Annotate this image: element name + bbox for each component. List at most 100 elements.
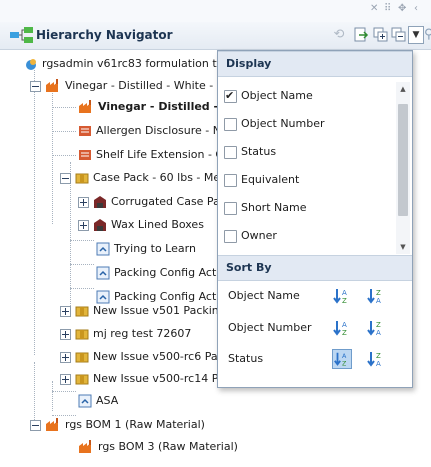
tree-node-label: ASA [96, 394, 119, 407]
checkbox-checked[interactable] [224, 87, 237, 105]
sort-ascending-icon[interactable]: A Z [332, 349, 352, 369]
svg-text:Z: Z [342, 297, 347, 305]
document-icon [79, 126, 91, 136]
tree-node[interactable]: Packing Config Act [96, 264, 216, 282]
tree-node[interactable]: Wax Lined Boxes [78, 216, 204, 234]
expand-toggle-icon[interactable] [60, 328, 71, 340]
tree-node[interactable]: rgs BOM 3 (Raw Material) [78, 438, 238, 456]
checkbox[interactable] [224, 173, 237, 187]
close-icon[interactable]: ✕ [370, 3, 378, 14]
collapse-toggle-icon[interactable] [30, 80, 41, 92]
globe-user-icon [26, 59, 36, 70]
factory-icon [46, 418, 58, 431]
factory-icon [79, 440, 91, 453]
svg-text:A: A [342, 289, 347, 297]
display-option-equivalent[interactable]: Equivalent [224, 171, 299, 189]
checkbox[interactable] [224, 229, 237, 243]
material-icon [94, 219, 106, 231]
collapse-panel-icon[interactable]: ‹ [414, 3, 418, 14]
expand-toggle-icon[interactable] [60, 305, 71, 317]
expand-toggle-icon[interactable] [78, 196, 89, 208]
display-option-object-name[interactable]: Object Name [224, 87, 313, 105]
tree-node[interactable]: Trying to Learn [96, 240, 196, 258]
tree-node[interactable]: rgs BOM 1 (Raw Material) [30, 416, 205, 434]
sort-row-status: Status A Z Z A [228, 348, 408, 370]
display-option-owner[interactable]: Owner [224, 227, 277, 245]
tree-node[interactable]: New Issue v501 Packing [60, 302, 226, 320]
tree-node-label: Packing Config Act [114, 266, 217, 279]
display-options-dropdown-button[interactable]: ▼ [408, 26, 424, 44]
tree-node[interactable]: New Issue v500-rc14 Pa [60, 370, 225, 388]
svg-text:Z: Z [342, 329, 347, 337]
expand-toggle-icon[interactable] [78, 219, 89, 231]
tree-node-label: rgsadmin v61rc83 formulation test [42, 57, 234, 70]
scroll-down-icon[interactable]: ▼ [398, 242, 408, 252]
tree-node[interactable]: mj reg test 72607 [60, 325, 191, 343]
factory-icon [46, 79, 58, 92]
tree-node[interactable]: Allergen Disclosure - No [78, 122, 228, 140]
tree-node-root[interactable]: rgsadmin v61rc83 formulation test [24, 55, 233, 73]
tree-node-label: Allergen Disclosure - No [96, 124, 228, 137]
collapse-all-icon[interactable] [390, 26, 408, 44]
svg-text:A: A [376, 360, 381, 368]
collapse-toggle-icon[interactable] [30, 419, 41, 431]
display-option-short-name[interactable]: Short Name [224, 199, 306, 217]
tree-node-label: New Issue v500-rc14 Pa [93, 372, 225, 385]
export-icon[interactable] [352, 26, 370, 44]
tree-node-label: New Issue v500-rc6 Pac [93, 350, 224, 363]
display-options-list: Object Name Object Number Status Equival… [218, 82, 412, 262]
expand-all-icon[interactable] [372, 26, 390, 44]
sort-descending-icon[interactable]: Z A [366, 286, 386, 306]
tree-node-label: Case Pack - 60 lbs - Me [93, 171, 221, 184]
panel-title: Hierarchy Navigator [36, 28, 173, 42]
option-label: Equivalent [241, 173, 300, 186]
expand-toggle-icon[interactable] [60, 373, 71, 385]
display-section-title: Display [226, 57, 272, 70]
package-icon [75, 329, 89, 340]
expand-toggle-icon[interactable] [60, 351, 71, 363]
tree-node-label: New Issue v501 Packing [93, 304, 226, 317]
tree-node[interactable]: ASA [78, 392, 118, 410]
tree-node-label: Shelf Life Extension - Q [96, 148, 225, 161]
tree-node[interactable]: Case Pack - 60 lbs - Me [60, 169, 220, 187]
tree-node-label: Trying to Learn [114, 242, 196, 255]
factory-icon [79, 100, 91, 113]
sort-ascending-icon[interactable]: A Z [332, 318, 352, 338]
config-icon [96, 266, 110, 280]
sort-descending-icon[interactable]: Z A [366, 318, 386, 338]
tree-node[interactable]: Corrugated Case Pa [78, 193, 220, 211]
sort-label: Object Name [228, 289, 300, 302]
panel-header: Hierarchy Navigator ⟲ ▼ ⚲ [0, 22, 431, 50]
svg-text:A: A [342, 353, 347, 360]
checkbox[interactable] [224, 145, 237, 159]
sort-descending-icon[interactable]: Z A [366, 349, 386, 369]
filter-icon[interactable]: ⚲ [424, 26, 431, 44]
tree-node-label: Corrugated Case Pa [111, 195, 220, 208]
scrollbar-thumb[interactable] [398, 104, 408, 216]
svg-text:A: A [376, 329, 381, 337]
scroll-up-icon[interactable]: ▲ [398, 84, 408, 94]
option-label: Short Name [241, 201, 307, 214]
sort-ascending-icon[interactable]: A Z [332, 286, 352, 306]
tree-node-selected[interactable]: Vinegar - Distilled - 1 [78, 98, 230, 116]
sort-section-title: Sort By [226, 261, 272, 274]
move-icon[interactable]: ✥ [398, 3, 406, 14]
package-icon [75, 306, 89, 317]
display-options-scrollbar[interactable]: ▲ ▼ [396, 82, 410, 254]
svg-text:A: A [342, 321, 347, 329]
collapse-toggle-icon[interactable] [60, 172, 71, 184]
svg-text:Z: Z [376, 321, 381, 329]
sort-label: Object Number [228, 321, 312, 334]
display-option-status[interactable]: Status [224, 143, 276, 161]
option-label: Object Name [241, 89, 313, 102]
tree-node[interactable]: Shelf Life Extension - Q [78, 146, 224, 164]
tree-node[interactable]: New Issue v500-rc6 Pac [60, 348, 224, 366]
checkbox[interactable] [224, 117, 237, 131]
display-option-object-number[interactable]: Object Number [224, 115, 325, 133]
grip-icon[interactable]: ⠿ [384, 3, 391, 14]
package-icon [75, 352, 89, 363]
checkbox[interactable] [224, 201, 237, 215]
refresh-icon[interactable]: ⟲ [330, 26, 348, 44]
svg-text:Z: Z [342, 360, 347, 367]
tree-node[interactable]: Vinegar - Distilled - White - [30, 77, 213, 95]
